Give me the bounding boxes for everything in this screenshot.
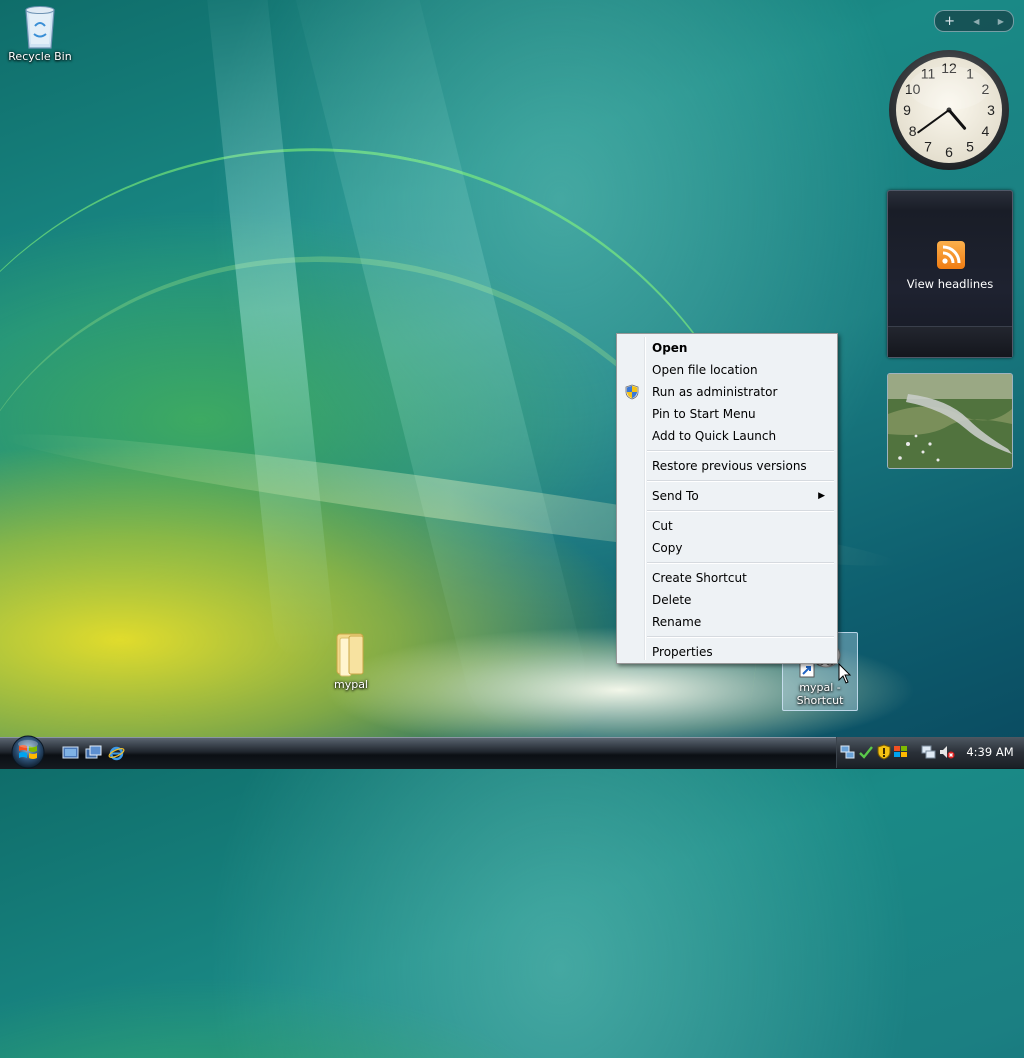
start-button[interactable] — [6, 733, 50, 769]
add-gadget-button[interactable]: + — [944, 14, 955, 29]
menu-item-open[interactable]: Open — [619, 337, 835, 359]
menu-item-properties[interactable]: Properties — [619, 641, 835, 663]
uac-shield-icon — [625, 384, 639, 400]
menu-item-label: Create Shortcut — [652, 571, 747, 585]
internet-explorer-icon[interactable] — [108, 745, 125, 761]
clock-numeral: 4 — [981, 123, 989, 139]
menu-item-label: Open — [652, 341, 688, 355]
menu-separator — [647, 450, 834, 452]
menu-item-open-file-location[interactable]: Open file location — [619, 359, 835, 381]
recycle-bin-icon — [25, 6, 55, 49]
show-desktop-icon[interactable] — [62, 745, 79, 761]
next-page-button[interactable]: ▶ — [998, 17, 1004, 26]
security-shield-icon[interactable] — [876, 744, 892, 760]
desktop-icon-recycle-bin[interactable]: Recycle Bin — [6, 2, 74, 63]
menu-item-label: Delete — [652, 593, 692, 607]
mouse-cursor-icon — [838, 663, 852, 684]
menu-item-label: Properties — [652, 645, 713, 659]
menu-item-cut[interactable]: Cut — [619, 515, 835, 537]
folder-icon — [336, 633, 364, 677]
menu-item-label: Run as administrator — [652, 385, 778, 399]
menu-item-label: Open file location — [652, 363, 758, 377]
menu-separator — [647, 636, 834, 638]
volume-muted-icon[interactable] — [939, 744, 955, 760]
menu-item-label: Copy — [652, 541, 683, 555]
clock-glass-highlight — [909, 66, 989, 110]
feed-gadget-footer — [888, 326, 1012, 357]
menu-item-restore-previous-versions[interactable]: Restore previous versions — [619, 455, 835, 477]
submenu-arrow-icon: ▶ — [818, 491, 825, 501]
desktop-icon-mypal[interactable]: mypal — [318, 628, 384, 691]
menu-item-send-to[interactable]: Send To ▶ — [619, 485, 835, 507]
menu-item-add-to-quick-launch[interactable]: Add to Quick Launch — [619, 425, 835, 447]
clock-numeral: 5 — [966, 138, 974, 154]
context-menu: Open Open file location Run as administr… — [616, 333, 838, 664]
network-icon[interactable] — [920, 744, 936, 760]
menu-item-label: Add to Quick Launch — [652, 429, 777, 443]
windows-defender-icon[interactable] — [858, 744, 874, 760]
menu-item-label: Pin to Start Menu — [652, 407, 756, 421]
menu-item-label: Restore previous versions — [652, 459, 807, 473]
windows-logo-icon — [11, 735, 45, 769]
menu-item-run-as-administrator[interactable]: Run as administrator — [619, 381, 835, 403]
taskbar-clock[interactable]: 4:39 AM — [960, 737, 1020, 768]
network-activity-icon[interactable] — [840, 744, 856, 760]
switch-windows-icon[interactable] — [85, 745, 102, 761]
clock-numeral: 6 — [945, 144, 953, 160]
clock-numeral: 9 — [903, 102, 911, 118]
menu-separator — [647, 562, 834, 564]
menu-separator — [647, 480, 834, 482]
view-headlines-link[interactable]: View headlines — [888, 277, 1012, 291]
menu-item-delete[interactable]: Delete — [619, 589, 835, 611]
menu-item-pin-to-start-menu[interactable]: Pin to Start Menu — [619, 403, 835, 425]
menu-item-create-shortcut[interactable]: Create Shortcut — [619, 567, 835, 589]
windows-update-icon[interactable] — [893, 744, 909, 760]
previous-page-button[interactable]: ◀ — [973, 17, 979, 26]
menu-item-label: Rename — [652, 615, 702, 629]
menu-item-copy[interactable]: Copy — [619, 537, 835, 559]
menu-item-rename[interactable]: Rename — [619, 611, 835, 633]
sidebar-gadget-toolbar: + ◀ ▶ — [934, 10, 1014, 32]
desktop-icon-label: Recycle Bin — [8, 50, 72, 63]
clock-numeral: 8 — [909, 123, 917, 139]
clock-numeral: 7 — [924, 138, 932, 154]
menu-item-label: Cut — [652, 519, 673, 533]
feed-headlines-gadget[interactable]: View headlines — [887, 190, 1013, 358]
desktop-icon-label: mypal — [333, 678, 368, 691]
clock-gadget[interactable]: 1 2 3 4 5 6 7 8 9 10 11 12 — [887, 48, 1011, 172]
menu-separator — [647, 510, 834, 512]
wallpaper-streak — [203, 0, 337, 662]
clock-numeral: 3 — [987, 102, 995, 118]
rss-icon — [937, 241, 965, 269]
slideshow-gadget[interactable] — [887, 373, 1013, 469]
landscape-photo — [888, 374, 1012, 468]
analog-clock-face: 1234567891011 12 — [889, 50, 1009, 170]
menu-item-label: Send To — [652, 489, 699, 503]
